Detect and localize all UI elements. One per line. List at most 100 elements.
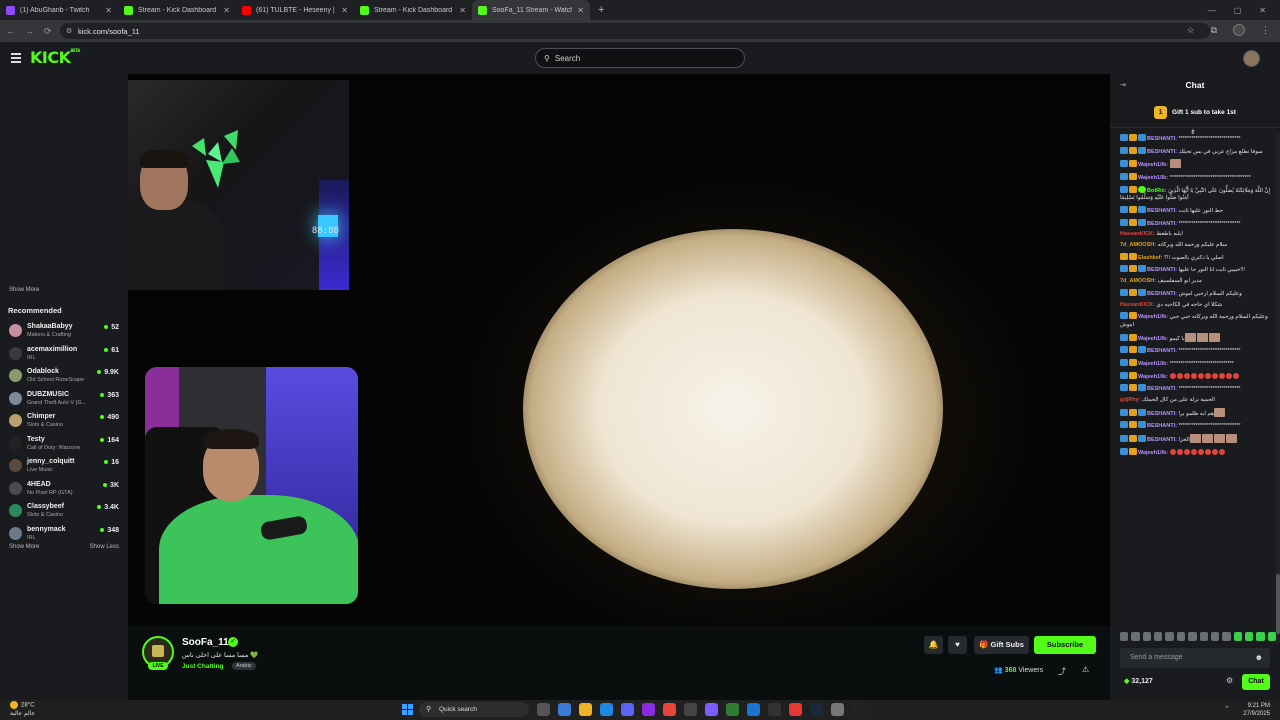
app-icon-2[interactable] <box>705 703 718 716</box>
chat-username[interactable]: BESHANTI: <box>1147 208 1177 214</box>
show-more-link[interactable]: Show More <box>9 544 39 550</box>
quick-emote-icon[interactable] <box>1210 632 1220 641</box>
chat-username[interactable]: BESHANTI: <box>1147 136 1177 142</box>
chat-username[interactable]: BESHANTI: <box>1147 291 1177 297</box>
chat-username[interactable]: Wajeeh10k: <box>1138 374 1168 380</box>
browser-menu-icon[interactable]: ⋮ <box>1261 25 1270 36</box>
video-player[interactable]: 88:88 <box>128 74 1110 626</box>
quick-emote-icon[interactable] <box>1244 632 1254 641</box>
sidebar-channel-item[interactable]: ShakaaBabyy Makers & Crafting 52 <box>0 321 128 344</box>
taskbar-clock[interactable]: 9:21 PM 27/9/2025 <box>1243 702 1270 718</box>
search-input[interactable]: ⚲ Search <box>535 48 745 68</box>
quick-emote-icon[interactable] <box>1199 632 1208 641</box>
chat-message-input[interactable]: Send a message ☻ <box>1120 648 1270 668</box>
tab-close-icon[interactable]: ✕ <box>459 6 466 15</box>
stream-category[interactable]: Just Chatting <box>182 663 224 670</box>
emoji-picker-icon[interactable]: ☻ <box>1255 648 1263 668</box>
browser-tab[interactable]: Stream - Kick Dashboard ✕ <box>118 0 236 20</box>
steam-icon[interactable] <box>810 703 823 716</box>
gift-leaderboard-banner[interactable]: 1 Gift 1 sub to take 1st <box>1110 98 1280 128</box>
site-info-icon[interactable]: ⚙ <box>66 27 72 35</box>
tab-close-icon[interactable]: ✕ <box>341 6 348 15</box>
app-icon-4[interactable] <box>768 703 781 716</box>
quick-emote-icon[interactable] <box>1256 632 1265 641</box>
language-tag[interactable]: Arabic <box>232 662 256 670</box>
chat-scrollbar[interactable] <box>1276 134 1280 644</box>
quick-emote-icon[interactable] <box>1222 632 1231 641</box>
sidebar-channel-item[interactable]: 4HEAD No Pixel RP (GTA) 3K <box>0 479 128 502</box>
chat-username[interactable]: Wajeeh10k: <box>1138 361 1168 367</box>
chat-username[interactable]: BotRix: <box>1147 188 1167 194</box>
minimize-icon[interactable]: — <box>1208 6 1216 15</box>
discord-icon[interactable] <box>621 703 634 716</box>
xbox-icon[interactable] <box>726 703 739 716</box>
chat-username[interactable]: Wajeeh10k: <box>1138 162 1168 168</box>
quick-emote-icon[interactable] <box>1154 632 1163 641</box>
send-chat-button[interactable]: Chat <box>1242 674 1270 690</box>
chrome-icon[interactable] <box>663 703 676 716</box>
chat-username[interactable]: Wajeeh10k: <box>1138 175 1168 181</box>
forward-icon[interactable]: → <box>25 26 34 36</box>
user-avatar[interactable] <box>1243 50 1260 67</box>
extensions-icon[interactable]: ⧉ <box>1211 25 1217 36</box>
app-icon-5[interactable] <box>789 703 802 716</box>
chat-username[interactable]: HassanKICK: <box>1120 231 1155 237</box>
subscribe-button[interactable]: Subscribe <box>1034 636 1096 654</box>
chat-username[interactable]: gdjRhy: <box>1120 397 1140 403</box>
chat-username[interactable]: BESHANTI: <box>1147 411 1177 417</box>
channel-points[interactable]: 32,127 <box>1124 677 1152 685</box>
unreal-icon[interactable] <box>852 703 865 716</box>
bookmark-star-icon[interactable]: ☆ <box>1186 25 1194 36</box>
quick-emote-icon[interactable] <box>1131 632 1140 641</box>
quick-emote-icon[interactable] <box>1188 632 1197 641</box>
quick-emote-icon[interactable] <box>1165 632 1174 641</box>
chat-username[interactable]: HassanKICK: <box>1120 302 1155 308</box>
sidebar-channel-item[interactable]: bennymack IRL 348 <box>0 524 128 547</box>
show-less-link[interactable]: Show Less <box>90 544 119 550</box>
settings-icon[interactable] <box>831 703 844 716</box>
chat-username[interactable]: BESHANTI: <box>1147 348 1177 354</box>
quick-emote-icon[interactable] <box>1233 632 1242 641</box>
chat-username[interactable]: BESHANTI: <box>1147 423 1177 429</box>
reload-icon[interactable]: ⟳ <box>44 26 52 37</box>
sidebar-channel-item[interactable]: Odablock Old School RuneScape 9.9K <box>0 366 128 389</box>
gift-subs-button[interactable]: 🎁 Gift Subs <box>974 636 1029 654</box>
outlook-icon[interactable] <box>600 703 613 716</box>
back-icon[interactable]: ← <box>6 26 15 36</box>
chat-username[interactable]: BESHANTI: <box>1147 267 1177 273</box>
chat-username[interactable]: Wajeeh10k: <box>1138 450 1168 456</box>
obs-icon[interactable] <box>684 703 697 716</box>
browser-tab[interactable]: (1) AbuGharib - Twitch ✕ <box>0 0 118 20</box>
browser-profile-icon[interactable] <box>1233 24 1245 36</box>
close-window-icon[interactable]: ✕ <box>1259 6 1266 15</box>
chat-settings-icon[interactable]: ⚙ <box>1226 676 1233 685</box>
quick-emote-icon[interactable] <box>1176 632 1186 641</box>
new-tab-button[interactable]: + <box>590 4 612 16</box>
url-field[interactable]: ⚙ kick.com/soofa_11 <box>60 23 1210 39</box>
quick-emote-icon[interactable] <box>1142 632 1152 641</box>
chat-username[interactable]: BESHANTI: <box>1147 221 1177 227</box>
chat-username[interactable]: BESHANTI: <box>1147 149 1177 155</box>
chat-username[interactable]: Wajeeh10k: <box>1138 336 1168 342</box>
maximize-icon[interactable]: ▢ <box>1234 6 1242 15</box>
tab-close-icon[interactable]: ✕ <box>577 6 584 15</box>
sidebar-channel-item[interactable]: Testy Call of Duty: Warzone 164 <box>0 434 128 457</box>
chat-username[interactable]: 7d_AMOOSH: <box>1120 278 1156 284</box>
sidebar-channel-item[interactable]: Classybeef Slots & Casino 3.4K <box>0 501 128 524</box>
browser-tab[interactable]: SooFa_11 Stream - Watch Live ✕ <box>472 0 590 20</box>
sidebar-channel-item[interactable]: acemaximillion IRL 61 <box>0 344 128 367</box>
app-icon[interactable] <box>642 703 655 716</box>
chat-username[interactable]: 7d_AMOOSH: <box>1120 242 1156 248</box>
notification-bell-icon[interactable]: 🔔 <box>924 636 943 654</box>
chat-username[interactable]: Elashkef: <box>1138 255 1162 261</box>
chat-username[interactable]: BESHANTI: <box>1147 386 1177 392</box>
sidebar-channel-item[interactable]: jenny_colquitt Live Music 16 <box>0 456 128 479</box>
chat-username[interactable]: BESHANTI: <box>1147 437 1177 443</box>
sidebar-channel-item[interactable]: Chimper Slots & Casino 490 <box>0 411 128 434</box>
follow-heart-icon[interactable]: ♥ <box>948 636 967 654</box>
taskbar-search[interactable]: ⚲ Quick search <box>419 702 529 717</box>
share-icon[interactable]: ⤴ <box>1058 666 1066 677</box>
quick-emote-icon[interactable] <box>1120 632 1129 641</box>
task-view-icon[interactable] <box>537 703 550 716</box>
copilot-icon[interactable] <box>558 703 571 716</box>
